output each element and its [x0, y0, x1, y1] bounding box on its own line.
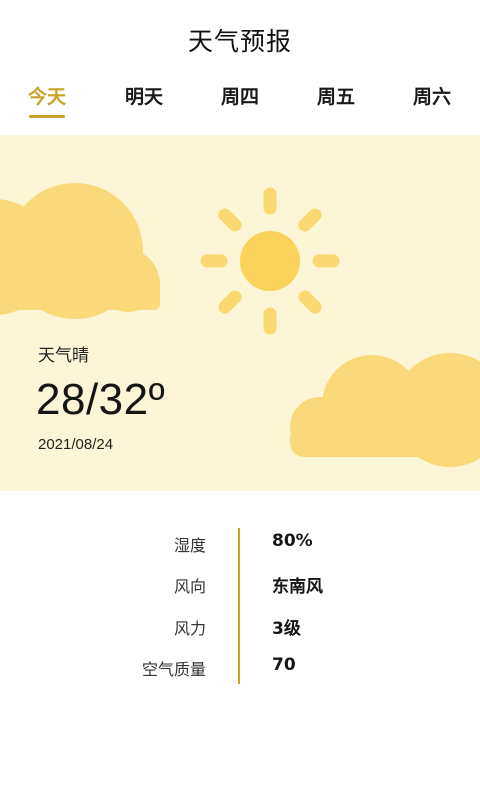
active-tab-indicator — [29, 115, 65, 118]
tab-today[interactable]: 今天 — [7, 82, 87, 109]
air-quality-value: 70 — [272, 655, 296, 675]
wind-direction-value: 东南风 — [272, 577, 323, 597]
detail-row-humidity: 湿度 80% — [0, 531, 480, 572]
page-title: 天气预报 — [187, 27, 292, 56]
cloud-icon — [290, 353, 480, 467]
detail-row-wind-force: 风力 3级 — [0, 615, 480, 655]
detail-row-wind-direction: 风向 东南风 — [0, 573, 480, 613]
tab-saturday[interactable]: 周六 — [392, 82, 472, 109]
tab-thursday[interactable]: 周四 — [200, 82, 280, 109]
wind-direction-label: 风向 — [173, 577, 206, 596]
humidity-value: 80% — [272, 531, 313, 551]
forecast-date: 2021/08/24 — [38, 436, 114, 453]
detail-row-air-quality: 空气质量 70 — [0, 655, 480, 696]
tab-friday[interactable]: 周五 — [296, 82, 376, 109]
sun-icon — [200, 187, 340, 335]
weather-condition: 天气晴 — [38, 346, 89, 366]
cloud-icon — [0, 183, 160, 319]
weather-card: 天气晴 28/32º 2021/08/24 — [0, 135, 480, 491]
tab-tomorrow[interactable]: 明天 — [104, 82, 184, 109]
day-tabs: 今天 明天 周四 周五 周六 — [0, 82, 480, 122]
weather-details: 湿度 80% 风向 东南风 风力 3级 空气质量 70 — [0, 522, 480, 692]
wind-force-value: 3级 — [272, 619, 301, 639]
humidity-label: 湿度 — [173, 536, 206, 555]
wind-force-label: 风力 — [173, 619, 206, 638]
temperature-range: 28/32º — [36, 375, 166, 424]
air-quality-label: 空气质量 — [141, 660, 206, 679]
